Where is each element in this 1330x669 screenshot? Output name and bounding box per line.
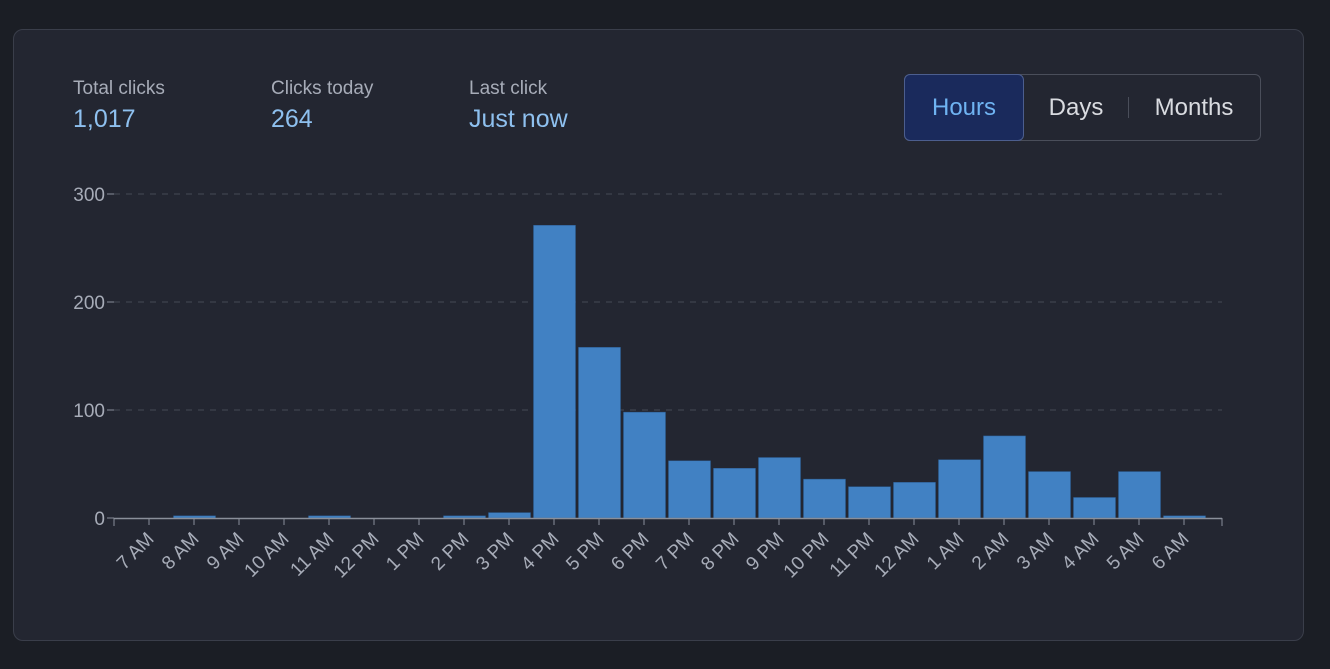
bar xyxy=(983,435,1026,519)
bar xyxy=(938,459,981,519)
x-tick-label: 12 PM xyxy=(330,529,384,583)
y-tick-label: 300 xyxy=(73,185,105,206)
bar xyxy=(1118,471,1161,519)
bar xyxy=(443,515,486,519)
bar xyxy=(623,411,666,519)
clicks-bar-chart: 01002003007 AM 8 AM 9 AM10 AM11 AM12 PM1 P… xyxy=(73,185,1223,583)
x-tick-label: 6 PM xyxy=(607,529,653,575)
x-tick-label: 6 AM xyxy=(1148,529,1193,574)
bar xyxy=(1028,471,1071,519)
axes: 01002003007 AM 8 AM 9 AM10 AM11 AM12 PM1 P… xyxy=(73,185,1223,583)
x-tick-label: 1 PM xyxy=(382,529,428,575)
x-tick-label: 3 PM xyxy=(472,529,518,575)
x-tick-label: 10 AM xyxy=(241,529,294,582)
x-tick-label: 11 AM xyxy=(287,529,339,581)
bar xyxy=(803,478,846,519)
y-tick-label: 100 xyxy=(73,401,105,422)
bar xyxy=(1073,497,1116,519)
x-tick-label: 8 PM xyxy=(697,529,743,575)
x-tick-label: 10 PM xyxy=(780,529,834,583)
y-tick-label: 200 xyxy=(73,293,105,314)
bar xyxy=(668,460,711,519)
x-tick-label: 4 PM xyxy=(517,529,563,575)
x-tick-label: 7 AM xyxy=(113,529,158,574)
x-tick-label: 12 AM xyxy=(871,529,924,582)
bar xyxy=(713,468,756,519)
y-tick-label: 0 xyxy=(94,509,105,530)
x-tick-label: 7 PM xyxy=(652,529,698,575)
bar xyxy=(173,515,216,519)
x-tick-label: 1 AM xyxy=(923,529,968,574)
bar xyxy=(308,515,351,519)
x-tick-label: 11 PM xyxy=(826,529,879,582)
bar xyxy=(488,512,531,519)
bar xyxy=(893,482,936,519)
x-tick-label: 2 AM xyxy=(968,529,1013,574)
bar xyxy=(578,347,621,519)
x-tick-label: 5 PM xyxy=(562,529,608,575)
bar xyxy=(1163,515,1206,519)
bar xyxy=(758,457,801,519)
x-tick-label: 8 AM xyxy=(158,529,203,574)
bar xyxy=(533,225,576,519)
x-tick-label: 5 AM xyxy=(1103,529,1148,574)
bars xyxy=(173,225,1206,519)
x-tick-label: 3 AM xyxy=(1013,529,1058,574)
bar xyxy=(848,486,891,519)
grid-lines xyxy=(114,193,1222,411)
x-tick-label: 4 AM xyxy=(1058,529,1103,574)
x-tick-label: 2 PM xyxy=(427,529,473,575)
